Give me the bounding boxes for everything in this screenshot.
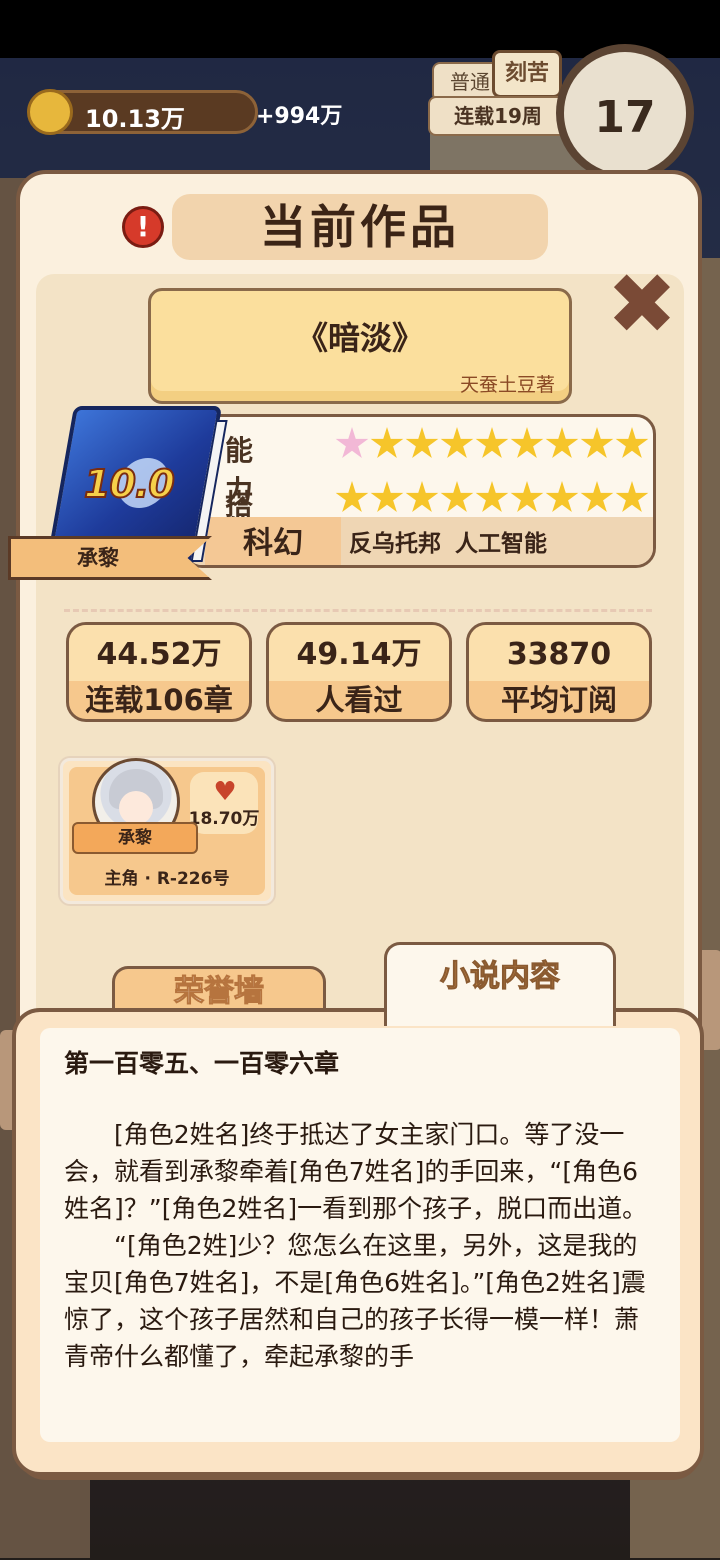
- star-icon: [510, 427, 544, 458]
- star-icon: [405, 427, 439, 458]
- star-icon: [440, 427, 474, 458]
- genre-tags: 反乌托邦 人工智能: [341, 517, 553, 565]
- clock-dial: 17: [556, 44, 694, 182]
- star-icon: [545, 481, 579, 512]
- dialog-title: 当前作品: [172, 194, 548, 260]
- metric-value: 49.14万: [269, 625, 449, 681]
- match-stars: [335, 481, 650, 522]
- clock-value: 17: [594, 92, 656, 143]
- star-icon: [370, 427, 404, 458]
- star-icon: [615, 481, 649, 512]
- metric-value: 33870: [469, 625, 649, 681]
- chapter-paragraph: [角色2姓名]终于抵达了女主家门口。等了没一会，就看到承黎牵着[角色7姓名]的手…: [64, 1120, 648, 1223]
- income-rate: +994万: [256, 104, 343, 129]
- star-icon: [405, 481, 439, 512]
- metric-value: 44.52万: [69, 625, 249, 681]
- book-score: 10.0: [83, 461, 176, 507]
- difficulty-badge: 刻苦: [492, 50, 562, 98]
- star-icon: [475, 427, 509, 458]
- character-name: 承黎: [72, 822, 198, 854]
- genre-label: 科幻: [205, 517, 341, 565]
- book-title: 《暗淡》: [295, 319, 424, 357]
- coin-counter: 10.13万: [27, 89, 258, 135]
- avatar-face: [119, 791, 153, 825]
- metric-label: 平均订阅: [500, 683, 617, 717]
- metric-readers: 49.14万 人看过: [266, 622, 452, 722]
- divider: [64, 609, 652, 612]
- star-icon: [510, 481, 544, 512]
- chapter-text: [角色2姓名]终于抵达了女主家门口。等了没一会，就看到承黎牵着[角色7姓名]的手…: [64, 1116, 654, 1375]
- close-icon[interactable]: ✖: [604, 262, 680, 346]
- book-title-card: 《暗淡》 天蚕土豆著: [148, 288, 572, 404]
- star-icon: [335, 427, 369, 458]
- week-counter: 连载19周: [428, 96, 568, 136]
- ability-stars: [335, 427, 650, 468]
- star-icon: [545, 427, 579, 458]
- star-icon: [615, 427, 649, 458]
- book-author: 天蚕土豆著: [459, 374, 555, 396]
- alert-icon[interactable]: !: [122, 206, 164, 248]
- character-role: 主角 · R-226号: [104, 869, 230, 889]
- star-icon: [335, 481, 369, 512]
- coin-icon: [27, 89, 73, 135]
- chapter-scroll-area[interactable]: 第一百零五、一百零六章 [角色2姓名]终于抵达了女主家门口。等了没一会，就看到承…: [40, 1028, 680, 1442]
- star-icon: [475, 481, 509, 512]
- genre-tag: 人工智能: [455, 531, 547, 557]
- star-icon: [580, 427, 614, 458]
- tab-novel-content[interactable]: 小说内容: [384, 942, 616, 1026]
- book-stats-card: 能力值 搭配度 科幻 反乌托邦人工智能: [182, 414, 656, 568]
- metric-label: 人看过: [315, 683, 403, 717]
- metric-word-count: 44.52万 连载106章: [66, 622, 252, 722]
- week-counter-label: 连载19周: [454, 104, 542, 128]
- star-icon: [440, 481, 474, 512]
- coin-amount: 10.13万: [85, 105, 185, 133]
- star-icon: [370, 481, 404, 512]
- genre-tag: 反乌托邦: [349, 531, 441, 557]
- star-icon: [580, 481, 614, 512]
- protagonist-ribbon-label: 承黎: [77, 546, 119, 570]
- genre-strip: 科幻 反乌托邦 人工智能: [185, 517, 653, 565]
- chapter-paragraph: “[角色2姓]少？您怎么在这里，另外，这是我的宝贝[角色7姓名]，不是[角色6姓…: [64, 1231, 646, 1371]
- chapter-title: 第一百零五、一百零六章: [64, 1049, 340, 1078]
- heart-icon: ♥: [213, 777, 237, 807]
- metric-subscriptions: 33870 平均订阅: [466, 622, 652, 722]
- metric-label: 连载106章: [85, 683, 233, 717]
